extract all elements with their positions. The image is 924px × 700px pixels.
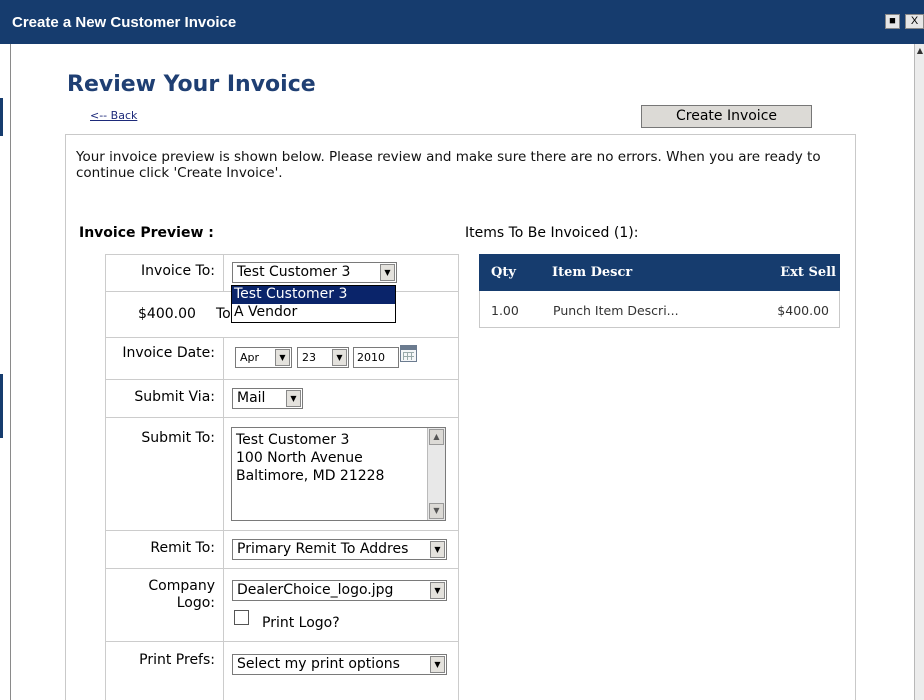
address-line: Test Customer 3 — [236, 432, 350, 448]
company-logo-label-line: Logo: — [176, 595, 215, 611]
submit-to-label: Submit To: — [141, 430, 215, 446]
column-header-item-descr[interactable]: Item Descr — [552, 265, 632, 280]
create-invoice-button[interactable]: Create Invoice — [641, 105, 812, 128]
print-prefs-value: Select my print options — [237, 656, 400, 672]
items-table-header: Qty Item Descr Ext Sell — [479, 254, 840, 291]
intro-text: Your invoice preview is shown below. Ple… — [76, 149, 821, 181]
date-day-value: 23 — [302, 351, 316, 364]
remit-to-label: Remit To: — [150, 540, 215, 556]
date-month-value: Apr — [240, 351, 260, 364]
date-day-select[interactable]: 23 ▼ — [297, 347, 349, 368]
remit-to-row: Remit To: Primary Remit To Addres ▼ — [105, 531, 459, 569]
scroll-down-icon[interactable]: ▼ — [429, 503, 444, 519]
chevron-down-icon[interactable]: ▼ — [380, 264, 395, 281]
cell-ext-sell: $400.00 — [777, 303, 829, 318]
print-prefs-row: Print Prefs: Select my print options ▼ — [105, 642, 459, 700]
back-link[interactable]: <-- Back — [90, 109, 137, 122]
cell-item-descr: Punch Item Descri... — [553, 303, 679, 318]
remit-to-value: Primary Remit To Addres — [237, 541, 409, 557]
chevron-down-icon[interactable]: ▼ — [430, 582, 445, 599]
invoice-to-select[interactable]: Test Customer 3 ▼ — [232, 262, 397, 283]
page-title: Review Your Invoice — [67, 72, 316, 97]
print-logo-label: Print Logo? — [262, 615, 340, 631]
invoice-to-value: Test Customer 3 — [237, 264, 351, 280]
textarea-scrollbar[interactable]: ▲ ▼ — [427, 428, 445, 520]
company-logo-row: Company Logo: DealerChoice_logo.jpg ▼ — [105, 569, 459, 642]
chevron-down-icon[interactable]: ▼ — [430, 541, 445, 558]
company-logo-value: DealerChoice_logo.jpg — [237, 582, 394, 598]
edge-mark — [0, 98, 3, 136]
company-logo-label: Company Logo: — [148, 578, 215, 612]
vertical-scrollbar[interactable]: ▲ — [914, 44, 924, 700]
table-row[interactable]: 1.00 Punch Item Descri... $400.00 — [479, 291, 840, 328]
submit-via-select[interactable]: Mail ▼ — [232, 388, 303, 409]
edge-mark — [0, 374, 3, 438]
submit-to-address-textarea[interactable]: Test Customer 3 100 North Avenue Baltimo… — [231, 427, 446, 521]
invoice-to-dropdown-list[interactable]: Test Customer 3 A Vendor — [231, 285, 396, 323]
column-header-qty[interactable]: Qty — [491, 265, 516, 280]
calendar-grid — [403, 352, 414, 360]
chevron-down-icon[interactable]: ▼ — [430, 656, 445, 673]
print-prefs-select[interactable]: Select my print options ▼ — [232, 654, 447, 675]
row-divider — [223, 380, 224, 417]
invoice-date-label: Invoice Date: — [122, 345, 215, 361]
row-divider — [223, 418, 224, 530]
remit-to-select[interactable]: Primary Remit To Addres ▼ — [232, 539, 447, 560]
row-divider — [223, 531, 224, 568]
company-logo-label-line: Company — [148, 578, 215, 594]
address-line: Baltimore, MD 21228 — [236, 468, 385, 484]
chevron-down-icon[interactable]: ▼ — [286, 390, 301, 407]
submit-via-label: Submit Via: — [134, 389, 215, 405]
chevron-down-icon[interactable]: ▼ — [275, 349, 290, 366]
submit-via-value: Mail — [237, 390, 266, 406]
column-header-ext-sell[interactable]: Ext Sell — [780, 265, 836, 280]
cell-qty: 1.00 — [491, 303, 519, 318]
date-month-select[interactable]: Apr ▼ — [235, 347, 292, 368]
amount-suffix: To — [216, 306, 231, 322]
background-window-edge — [0, 44, 10, 700]
items-to-be-invoiced-label: Items To Be Invoiced (1): — [465, 225, 639, 241]
row-divider — [223, 255, 224, 291]
dropdown-option[interactable]: Test Customer 3 — [232, 286, 395, 304]
window-title-bar[interactable]: Create a New Customer Invoice ■ X — [0, 0, 924, 44]
row-divider — [223, 569, 224, 641]
print-logo-checkbox[interactable] — [234, 610, 249, 625]
chevron-down-icon[interactable]: ▼ — [332, 349, 347, 366]
items-table: Qty Item Descr Ext Sell 1.00 Punch Item … — [479, 254, 840, 328]
company-logo-select[interactable]: DealerChoice_logo.jpg ▼ — [232, 580, 447, 601]
date-year-input[interactable]: 2010 — [353, 347, 399, 368]
dropdown-option[interactable]: A Vendor — [232, 304, 395, 322]
invoice-preview-label: Invoice Preview : — [79, 225, 214, 241]
calendar-icon[interactable] — [400, 345, 417, 362]
invoice-amount: $400.00 — [138, 306, 196, 322]
scroll-up-icon[interactable]: ▲ — [429, 429, 444, 445]
print-prefs-label: Print Prefs: — [139, 652, 215, 668]
window-title: Create a New Customer Invoice — [12, 14, 237, 31]
address-line: 100 North Avenue — [236, 450, 363, 466]
invoice-to-label: Invoice To: — [141, 263, 215, 279]
close-icon[interactable]: X — [905, 14, 924, 29]
row-divider — [223, 338, 224, 379]
minimize-icon[interactable]: ■ — [885, 14, 900, 29]
date-year-value: 2010 — [357, 351, 385, 364]
scroll-up-icon[interactable]: ▲ — [916, 46, 924, 56]
row-divider — [223, 642, 224, 700]
calendar-header — [401, 346, 416, 350]
submit-via-row: Submit Via: Mail ▼ — [105, 380, 459, 418]
